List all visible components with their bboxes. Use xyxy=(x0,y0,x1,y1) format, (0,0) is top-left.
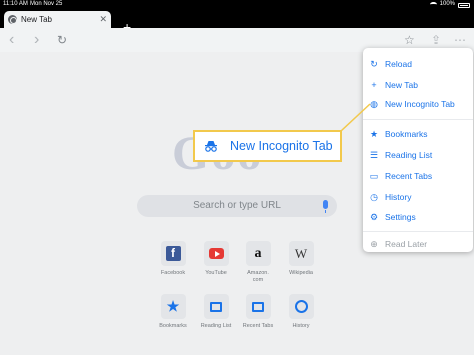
callout-label: New Incognito Tab xyxy=(230,139,333,153)
callout-new-incognito-tab: New Incognito Tab xyxy=(193,130,342,162)
incognito-icon xyxy=(205,141,217,152)
callout-connector xyxy=(340,103,371,132)
